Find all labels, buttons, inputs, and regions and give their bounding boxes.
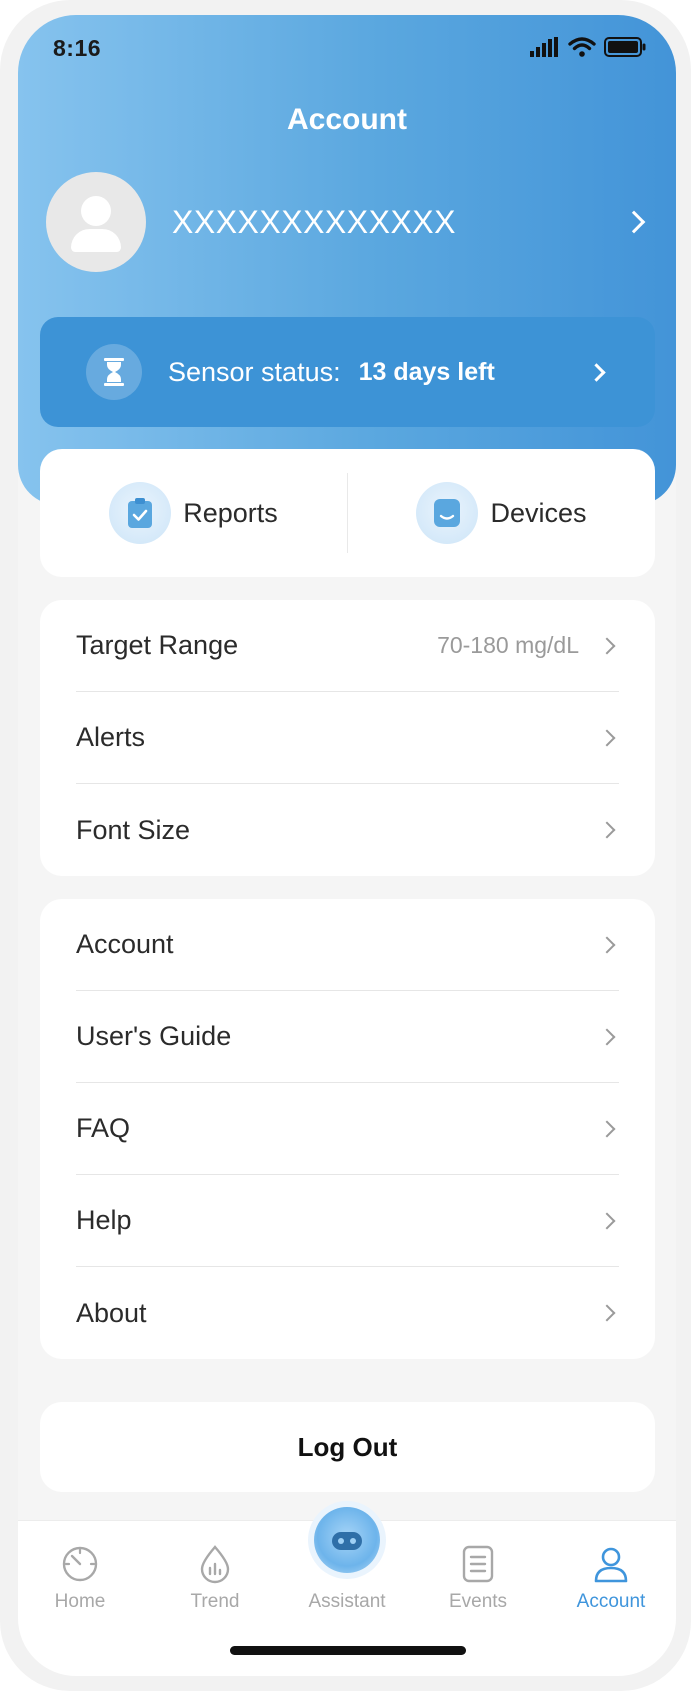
status-icons [530, 37, 646, 57]
tab-account[interactable]: Account [551, 1521, 671, 1621]
logout-label: Log Out [297, 1431, 398, 1462]
chevron-right-icon [598, 729, 616, 746]
reports-button[interactable]: Reports [40, 449, 347, 577]
menu-label: Account [76, 929, 174, 959]
chevron-right-icon [622, 210, 646, 234]
reports-label: Reports [183, 497, 278, 528]
chevron-right-icon [598, 1304, 616, 1322]
menu-row-target-range[interactable]: Target Range 70-180 mg/dL [76, 600, 619, 692]
menu-row-account[interactable]: Account [76, 899, 619, 991]
wifi-icon [568, 37, 596, 57]
home-indicator[interactable] [230, 1646, 466, 1655]
avatar [46, 172, 146, 272]
menu-label: User's Guide [76, 1021, 232, 1051]
tab-home[interactable]: Home [20, 1521, 140, 1621]
menu-label: Alerts [76, 722, 146, 752]
sensor-status-value: 13 days left [358, 357, 495, 386]
page-title: Account [287, 103, 407, 136]
phone-frame: 8:16 Account XXXXXXXXXXXXX Sensor status… [0, 0, 691, 1691]
profile-row[interactable]: XXXXXXXXXXXXX [46, 172, 656, 272]
assistant-bot-icon[interactable] [314, 1507, 380, 1573]
signal-icon [530, 37, 558, 57]
devices-label: Devices [490, 497, 587, 528]
screen: 8:16 Account XXXXXXXXXXXXX Sensor status… [18, 15, 676, 1676]
chevron-right-icon [598, 1028, 616, 1045]
gauge-icon [61, 1543, 99, 1585]
chevron-right-icon [598, 1120, 616, 1137]
menu-label: Font Size [76, 814, 191, 845]
list-icon [461, 1543, 495, 1585]
menu-row-about[interactable]: About [76, 1267, 619, 1359]
user-icon [592, 1543, 630, 1585]
menu-row-font-size[interactable]: Font Size [76, 784, 619, 876]
tab-label: Home [54, 1591, 106, 1612]
menu-label: About [76, 1297, 147, 1328]
quick-actions-card: Reports Devices [40, 449, 655, 577]
menu-row-users-guide[interactable]: User's Guide [76, 991, 619, 1083]
menu-row-alerts[interactable]: Alerts [76, 692, 619, 784]
chevron-right-icon [598, 1212, 616, 1229]
profile-name: XXXXXXXXXXXXX [172, 203, 456, 240]
sensor-status-bar[interactable]: Sensor status: 13 days left [40, 317, 655, 427]
clipboard-check-icon [109, 482, 172, 544]
battery-icon [604, 37, 646, 57]
menu-row-help[interactable]: Help [76, 1175, 619, 1267]
avatar-head [81, 196, 111, 226]
menu-row-faq[interactable]: FAQ [76, 1083, 619, 1175]
tab-label: Assistant [308, 1591, 386, 1612]
tab-label: Trend [190, 1591, 240, 1612]
drop-chart-icon [198, 1543, 232, 1585]
chevron-right-icon [587, 362, 606, 382]
settings-menu-card: Target Range 70-180 mg/dL Alerts Font Si… [40, 600, 655, 876]
hourglass-icon [86, 344, 142, 400]
chevron-right-icon [598, 637, 616, 654]
menu-label: FAQ [76, 1113, 131, 1143]
status-time: 8:16 [53, 35, 102, 61]
tab-label: Account [576, 1591, 646, 1612]
sensor-status-label: Sensor status: [168, 356, 341, 387]
chevron-right-icon [598, 821, 616, 839]
sensor-device-icon [416, 482, 479, 544]
tab-events[interactable]: Events [418, 1521, 538, 1621]
logout-button[interactable]: Log Out [40, 1402, 655, 1492]
info-menu-card: Account User's Guide FAQ Help About [40, 899, 655, 1359]
tab-trend[interactable]: Trend [155, 1521, 275, 1621]
avatar-body [71, 229, 121, 252]
chevron-right-icon [598, 936, 616, 953]
menu-label: Target Range [76, 630, 239, 660]
tab-label: Events [448, 1591, 508, 1612]
menu-label: Help [76, 1205, 132, 1235]
devices-button[interactable]: Devices [348, 449, 655, 577]
target-range-value: 70-180 mg/dL [437, 632, 579, 658]
